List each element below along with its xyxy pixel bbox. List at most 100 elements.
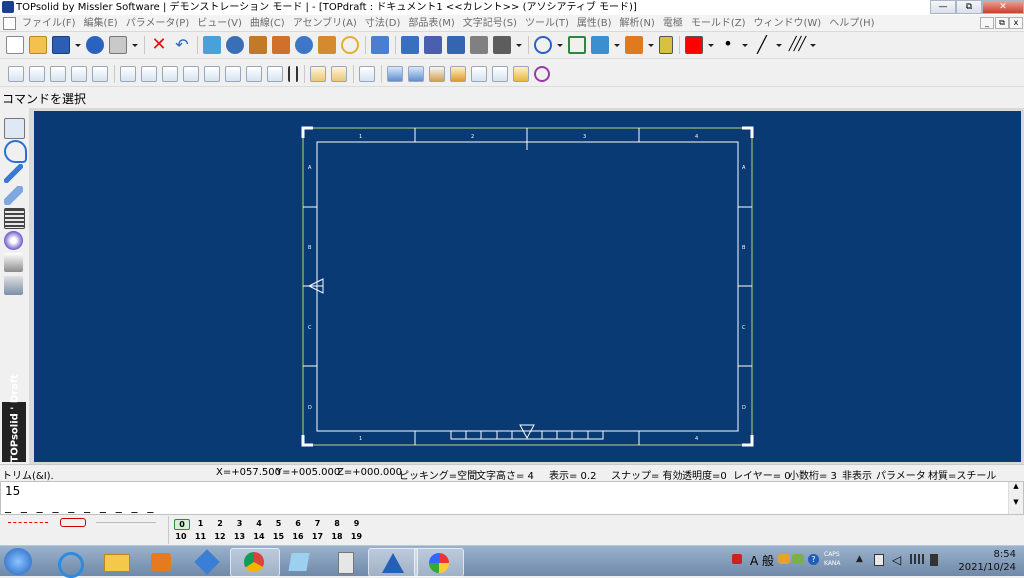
status-text-height[interactable]: 文字高さ= 4 xyxy=(476,467,534,482)
point-icon[interactable] xyxy=(401,36,419,54)
mdi-minimize-button[interactable]: _ xyxy=(980,17,994,29)
color-dropdown-icon[interactable] xyxy=(708,36,714,54)
document-icon[interactable] xyxy=(3,17,16,30)
projection-6-icon[interactable] xyxy=(225,66,241,82)
auxiliary-view-icon[interactable] xyxy=(408,66,424,82)
power-icon[interactable] xyxy=(930,554,938,566)
unfold-view-icon[interactable] xyxy=(450,66,466,82)
menu-item[interactable]: ビュー(V) xyxy=(197,15,242,32)
table-tool-icon[interactable] xyxy=(4,208,25,229)
view-icon[interactable] xyxy=(226,36,244,54)
point-style-icon[interactable]: • xyxy=(719,36,737,54)
layer-manager-icon[interactable] xyxy=(203,36,221,54)
menu-item[interactable]: ヘルプ(H) xyxy=(829,15,874,32)
menu-item[interactable]: パラメータ(P) xyxy=(126,15,190,32)
stack-tool-icon[interactable] xyxy=(4,276,23,295)
layer-button[interactable]: 17 xyxy=(311,532,325,541)
internet-explorer-icon[interactable] xyxy=(44,548,92,578)
pencil-tool-icon[interactable] xyxy=(4,140,27,163)
projection-2-icon[interactable] xyxy=(141,66,157,82)
menu-item[interactable]: アセンブリ(A) xyxy=(293,15,357,32)
undo-icon[interactable]: ↶ xyxy=(173,36,191,54)
layer-button[interactable]: 5 xyxy=(272,519,286,528)
point-style-dropdown-icon[interactable] xyxy=(742,36,748,54)
projection-3-icon[interactable] xyxy=(162,66,178,82)
info-icon[interactable] xyxy=(86,36,104,54)
render-dropdown-icon[interactable] xyxy=(614,36,620,54)
paint-icon[interactable] xyxy=(184,548,232,575)
broken-view-icon[interactable] xyxy=(471,66,487,82)
command-area[interactable]: 15 _ _ _ _ _ _ _ _ _ _ ▲ ▼ xyxy=(0,481,1024,515)
render-icon[interactable] xyxy=(591,36,609,54)
layer-button[interactable]: 2 xyxy=(213,519,227,528)
menu-item[interactable]: 曲線(C) xyxy=(250,15,285,32)
hammer-icon[interactable] xyxy=(272,36,290,54)
sheet-icon[interactable] xyxy=(310,66,326,82)
device-icon[interactable] xyxy=(874,554,884,566)
mdi-close-button[interactable]: x xyxy=(1009,17,1023,29)
menu-item[interactable]: 属性(B) xyxy=(577,15,612,32)
shading-dropdown-icon[interactable] xyxy=(648,36,654,54)
sheet-format-icon[interactable] xyxy=(331,66,347,82)
save-dropdown-icon[interactable] xyxy=(75,36,81,54)
clock[interactable]: 8:54 2021/10/24 xyxy=(958,548,1016,574)
curve-icon[interactable] xyxy=(424,36,442,54)
view-refresh-icon[interactable] xyxy=(92,66,108,82)
menu-item[interactable]: 編集(E) xyxy=(84,15,118,32)
menu-item[interactable]: ウィンドウ(W) xyxy=(754,15,822,32)
tool-icon[interactable] xyxy=(318,36,336,54)
perspective-view-icon[interactable] xyxy=(429,66,445,82)
layer-button[interactable]: 10 xyxy=(174,532,188,541)
tray-expand-icon[interactable]: ▲ xyxy=(856,554,863,564)
ime-mode[interactable]: A 般 xyxy=(750,552,774,569)
status-hidden[interactable]: 非表示 xyxy=(842,467,872,482)
command-value[interactable]: 15 xyxy=(5,484,20,498)
notes-icon[interactable] xyxy=(276,548,324,575)
layer-button[interactable]: 4 xyxy=(252,519,266,528)
maximize-button[interactable]: ⧉ xyxy=(956,0,982,14)
menu-item[interactable]: モールド(Z) xyxy=(691,15,746,32)
layer-button[interactable]: 12 xyxy=(213,532,227,541)
detail-view-icon[interactable] xyxy=(387,66,403,82)
layer-button[interactable]: 14 xyxy=(252,532,266,541)
ime-pad-icon[interactable] xyxy=(792,554,804,564)
view-front-icon[interactable] xyxy=(8,66,24,82)
layer-button[interactable]: 13 xyxy=(233,532,247,541)
projection-8-icon[interactable] xyxy=(267,66,283,82)
projection-1-icon[interactable] xyxy=(120,66,136,82)
zoom-dropdown-icon[interactable] xyxy=(557,36,563,54)
symbol-dropdown-icon[interactable] xyxy=(516,36,522,54)
layer-button[interactable]: 11 xyxy=(194,532,208,541)
dimension-icon[interactable] xyxy=(447,36,465,54)
drawing-canvas[interactable]: 1 2 3 4 1 4 A B C D A B C D xyxy=(34,111,1021,462)
view-right-icon[interactable] xyxy=(71,66,87,82)
menu-item[interactable]: 部品表(M) xyxy=(408,15,454,32)
file-explorer-icon[interactable] xyxy=(92,548,140,575)
section-icon[interactable] xyxy=(359,66,375,82)
flag-tool-icon[interactable] xyxy=(4,253,23,272)
app-icon[interactable] xyxy=(2,1,14,13)
network-icon[interactable] xyxy=(910,554,924,564)
mdi-restore-button[interactable]: ⧉ xyxy=(995,17,1009,29)
dimension-tool-icon[interactable] xyxy=(4,186,23,205)
ime-flag-icon[interactable] xyxy=(732,554,742,564)
menu-item[interactable]: ファイル(F) xyxy=(22,15,76,32)
menu-item[interactable]: 解析(N) xyxy=(620,15,655,32)
speaker-icon[interactable]: ◁ xyxy=(892,553,901,567)
status-parameter[interactable]: パラメータ xyxy=(876,467,926,482)
line-style-icon[interactable]: ╱ xyxy=(753,36,771,54)
projection-7-icon[interactable] xyxy=(246,66,262,82)
layer-button[interactable]: 15 xyxy=(272,532,286,541)
render-tool-icon[interactable] xyxy=(4,231,23,250)
command-scrollbar[interactable]: ▲ ▼ xyxy=(1008,482,1023,514)
topsolid-icon[interactable] xyxy=(368,548,418,577)
zoom-icon[interactable] xyxy=(534,36,552,54)
layer-button[interactable]: 9 xyxy=(350,519,364,528)
layer-button[interactable]: 18 xyxy=(330,532,344,541)
view-left-icon[interactable] xyxy=(50,66,66,82)
view-back-icon[interactable] xyxy=(29,66,45,82)
assembly-icon[interactable] xyxy=(295,36,313,54)
ime-toolbox-icon[interactable] xyxy=(778,554,790,564)
parameters-icon[interactable] xyxy=(249,36,267,54)
status-transparency[interactable]: 透明度=0 xyxy=(682,467,727,482)
